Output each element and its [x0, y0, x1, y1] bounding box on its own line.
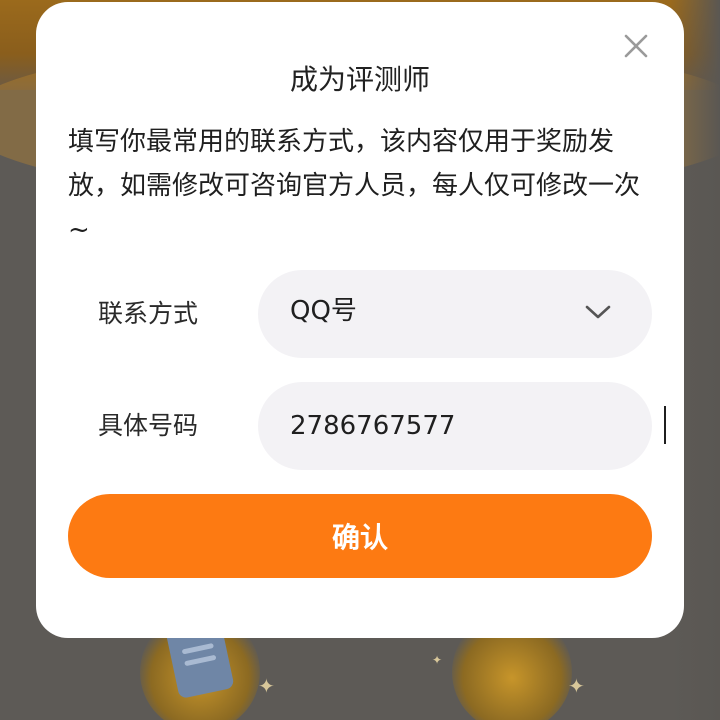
contact-method-value: QQ号 — [290, 296, 357, 326]
chevron-down-icon — [585, 305, 611, 319]
dialog-title: 成为评测师 — [289, 63, 430, 96]
close-icon — [624, 34, 648, 58]
sparkle-icon: ✦ — [432, 653, 443, 667]
contact-method-label: 联系方式 — [98, 299, 199, 328]
sparkle-icon: ✦ — [258, 674, 275, 698]
contact-number-label: 具体号码 — [98, 411, 199, 440]
dialog-description: 填写你最常用的联系方式，该内容仅用于奖励发放，如需修改可咨询官方人员，每人仅可修… — [68, 127, 641, 245]
contact-number-row: 具体号码 — [68, 382, 666, 470]
confirm-button[interactable]: 确认 — [68, 494, 652, 578]
contact-number-input[interactable] — [258, 382, 652, 470]
text-cursor — [664, 406, 666, 444]
sparkle-icon: ✦ — [568, 674, 585, 698]
contact-number-field-container — [258, 382, 666, 470]
register-dialog: 成为评测师 填写你最常用的联系方式，该内容仅用于奖励发放，如需修改可咨询官方人员… — [36, 2, 684, 638]
contact-method-row: 联系方式 QQ号 — [68, 270, 652, 358]
contact-method-select[interactable]: QQ号 — [258, 270, 652, 358]
close-button[interactable] — [618, 28, 654, 64]
